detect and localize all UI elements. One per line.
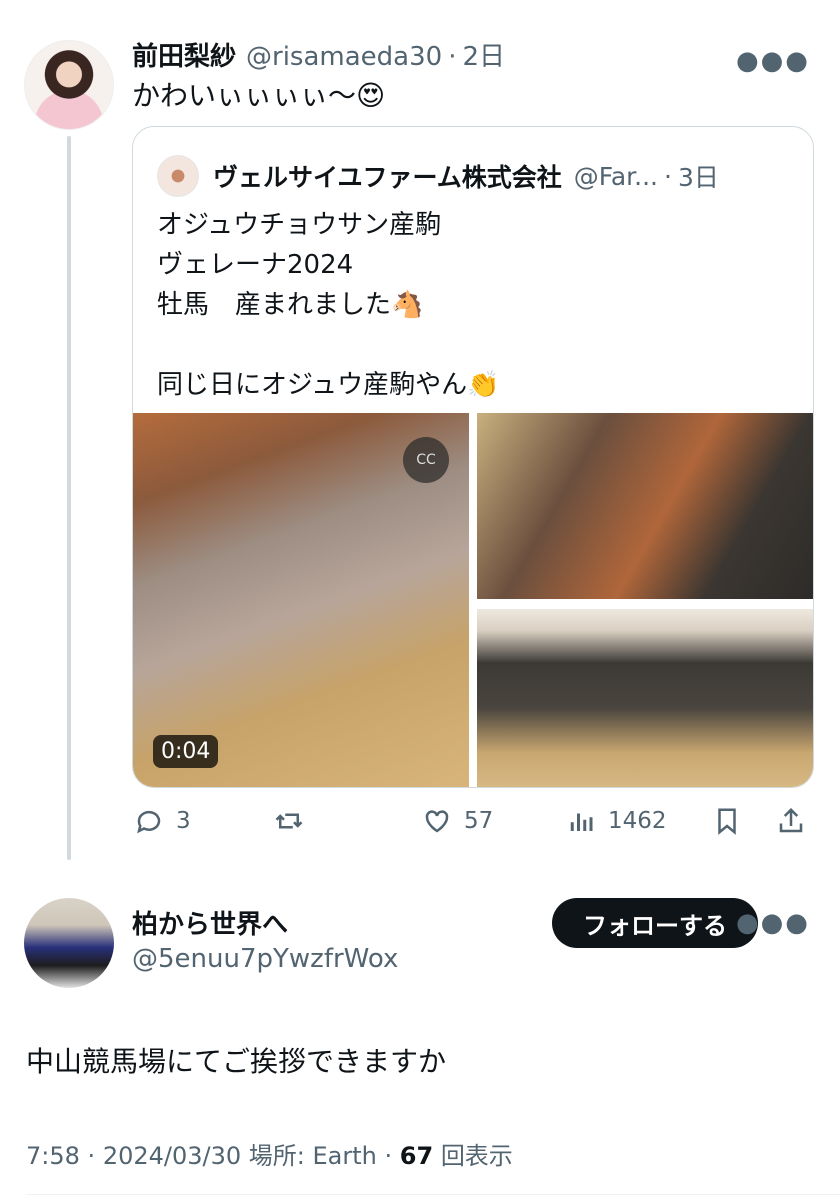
meta-date: 2024/03/30 — [102, 1142, 242, 1170]
video-thumbnail[interactable]: CC 0:04 — [133, 413, 469, 787]
like-count: 57 — [464, 808, 494, 834]
views-icon — [570, 813, 593, 831]
quoted-time: 3日 — [677, 163, 719, 192]
author-handle[interactable]: @risamaeda30 — [246, 42, 442, 72]
quoted-author-name: ヴェルサイユファーム株式会社 — [213, 163, 562, 192]
avatar[interactable] — [24, 40, 114, 130]
photo-foal-lying[interactable] — [477, 609, 813, 787]
reply-avatar[interactable] — [24, 898, 114, 988]
meta-views-number: 67 — [399, 1142, 434, 1170]
bookmark-icon — [718, 808, 736, 835]
quoted-text: オジュウチョウサン産駒 ヴェレーナ2024 牡馬 産まれました🐴 同じ日にオジュ… — [157, 205, 500, 405]
quoted-line: 牡馬 産まれました🐴 — [157, 290, 424, 320]
reply-button[interactable]: 3 — [134, 806, 191, 836]
more-icon[interactable]: ●●● — [736, 46, 810, 76]
share-icon — [779, 807, 803, 833]
reply-author-handle[interactable]: @5enuu7pYwzfrWox — [132, 944, 398, 974]
retweet-button[interactable] — [274, 806, 316, 836]
quoted-line: オジュウチョウサン産駒 — [157, 210, 442, 240]
reply-author-name[interactable]: 柏から世界へ — [132, 904, 288, 941]
quoted-separator: · — [664, 161, 672, 191]
tweet-meta: 7:58 · 2024/03/30 場所: Earth · 67 回表示 — [26, 1142, 513, 1170]
divider — [26, 1194, 840, 1195]
meta-views-label: 回表示 — [440, 1142, 513, 1170]
meta-location: 場所: Earth — [248, 1142, 377, 1170]
separator: · — [448, 42, 457, 72]
follow-button[interactable]: フォローする — [552, 898, 758, 948]
like-button[interactable]: 57 — [422, 806, 493, 836]
video-duration: 0:04 — [153, 735, 219, 768]
reply-text: 中山競馬場にてご挨拶できますか — [26, 1045, 447, 1078]
quoted-header: ヴェルサイユファーム株式会社 @Far... · 3日 — [157, 155, 719, 197]
views-button[interactable]: 1462 — [566, 806, 667, 836]
like-icon — [425, 810, 449, 833]
share-button[interactable] — [776, 806, 818, 836]
quoted-line: 同じ日にオジュウ産駒やん👏 — [157, 370, 500, 400]
retweet-icon — [275, 813, 303, 829]
reply-count: 3 — [176, 808, 191, 834]
reply-icon — [137, 810, 161, 834]
author-name[interactable]: 前田梨紗 — [132, 36, 236, 73]
more-icon[interactable]: ●●● — [736, 908, 810, 938]
cc-icon[interactable]: CC — [403, 437, 449, 483]
timestamp[interactable]: 2日 — [462, 36, 505, 73]
quoted-avatar — [157, 155, 199, 197]
bookmark-button[interactable] — [712, 806, 754, 836]
tweet-header: 前田梨紗 @risamaeda30 · 2日 — [132, 36, 505, 73]
quoted-tweet[interactable]: ヴェルサイユファーム株式会社 @Far... · 3日 オジュウチョウサン産駒 … — [132, 126, 814, 788]
views-count: 1462 — [608, 808, 667, 834]
action-bar: 3 57 1462 — [132, 806, 814, 842]
quoted-handle: @Far... — [573, 161, 658, 191]
media-grid: CC 0:04 — [133, 413, 813, 787]
tweet-text: かわいぃぃぃぃ〜😍 — [132, 79, 386, 112]
meta-time: 7:58 — [26, 1142, 80, 1170]
thread-line — [67, 136, 71, 860]
quoted-line: ヴェレーナ2024 — [157, 250, 354, 280]
photo-foal-standing[interactable] — [477, 413, 813, 599]
